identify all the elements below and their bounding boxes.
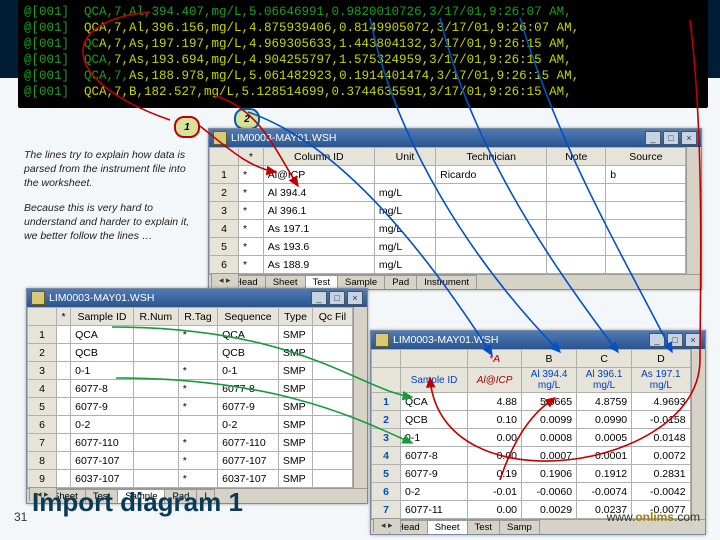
window-title: LIM0003-MAY01.WSH bbox=[393, 334, 498, 346]
tabstrip[interactable]: ◂ ▸HeadSheetTestSamplePadInstrument bbox=[209, 274, 701, 289]
tab-pad[interactable]: Pad bbox=[384, 275, 417, 289]
worksheet-sheet-window: LIM0003-MAY01.WSH _ □ × *ABCDSample IDAl… bbox=[370, 330, 706, 535]
maximize-button[interactable]: □ bbox=[667, 333, 683, 347]
tab-sample[interactable]: Sample bbox=[337, 275, 385, 289]
caption-p1: The lines try to explain how data is par… bbox=[24, 148, 199, 191]
annotation-2: 2 bbox=[234, 108, 260, 130]
close-button[interactable]: × bbox=[347, 291, 363, 305]
sample-table[interactable]: *Sample IDR.NumR.TagSequenceTypeQc Fil1Q… bbox=[27, 307, 353, 488]
annotation-1: 1 bbox=[174, 116, 200, 138]
titlebar[interactable]: LIM0003-MAY01.WSH _ □ × bbox=[209, 129, 701, 147]
tab-samp[interactable]: Samp bbox=[499, 520, 540, 534]
worksheet-sample-window: LIM0003-MAY01.WSH _ □ × *Sample IDR.NumR… bbox=[26, 288, 368, 504]
caption-p2: Because this is very hard to understand … bbox=[24, 201, 199, 244]
footer-url: www.onlims.com bbox=[607, 510, 700, 524]
test-table[interactable]: *Column IDUnitTechnicianNoteSource1*Al@I… bbox=[209, 147, 686, 274]
window-controls: _ □ × bbox=[311, 291, 363, 305]
minimize-button[interactable]: _ bbox=[649, 333, 665, 347]
window-controls: _ □ × bbox=[645, 131, 697, 145]
titlebar[interactable]: LIM0003-MAY01.WSH _ □ × bbox=[371, 331, 705, 349]
caption-text: The lines try to explain how data is par… bbox=[24, 148, 199, 253]
minimize-button[interactable]: _ bbox=[645, 131, 661, 145]
app-icon bbox=[213, 131, 227, 145]
scrollbar[interactable] bbox=[691, 349, 705, 519]
scrollbar[interactable] bbox=[686, 147, 701, 274]
worksheet-test-window: LIM0003-MAY01.WSH _ □ × *Column IDUnitTe… bbox=[208, 128, 702, 290]
terminal-output: @[001] QCA,7,Al,394.407,mg/L,5.06646991,… bbox=[18, 0, 708, 108]
tab-test[interactable]: Test bbox=[305, 275, 338, 289]
slide: @[001] QCA,7,Al,394.407,mg/L,5.06646991,… bbox=[0, 0, 720, 540]
window-controls: _ □ × bbox=[649, 333, 701, 347]
maximize-button[interactable]: □ bbox=[663, 131, 679, 145]
sheet-table[interactable]: *ABCDSample IDAl@ICPAl 394.4 mg/LAl 396.… bbox=[371, 349, 691, 519]
tab-test[interactable]: Test bbox=[467, 520, 500, 534]
tab-sheet[interactable]: Sheet bbox=[265, 275, 306, 289]
tab-sheet[interactable]: Sheet bbox=[427, 520, 468, 534]
close-button[interactable]: × bbox=[681, 131, 697, 145]
tab-instrument[interactable]: Instrument bbox=[416, 275, 477, 289]
titlebar[interactable]: LIM0003-MAY01.WSH _ □ × bbox=[27, 289, 367, 307]
close-button[interactable]: × bbox=[685, 333, 701, 347]
window-title: LIM0003-MAY01.WSH bbox=[231, 132, 336, 144]
scrollbar[interactable] bbox=[353, 307, 367, 488]
minimize-button[interactable]: _ bbox=[311, 291, 327, 305]
maximize-button[interactable]: □ bbox=[329, 291, 345, 305]
page-number: 31 bbox=[14, 510, 27, 524]
slide-title: Import diagram 1 bbox=[32, 487, 243, 518]
app-icon bbox=[31, 291, 45, 305]
window-title: LIM0003-MAY01.WSH bbox=[49, 292, 154, 304]
app-icon bbox=[375, 333, 389, 347]
